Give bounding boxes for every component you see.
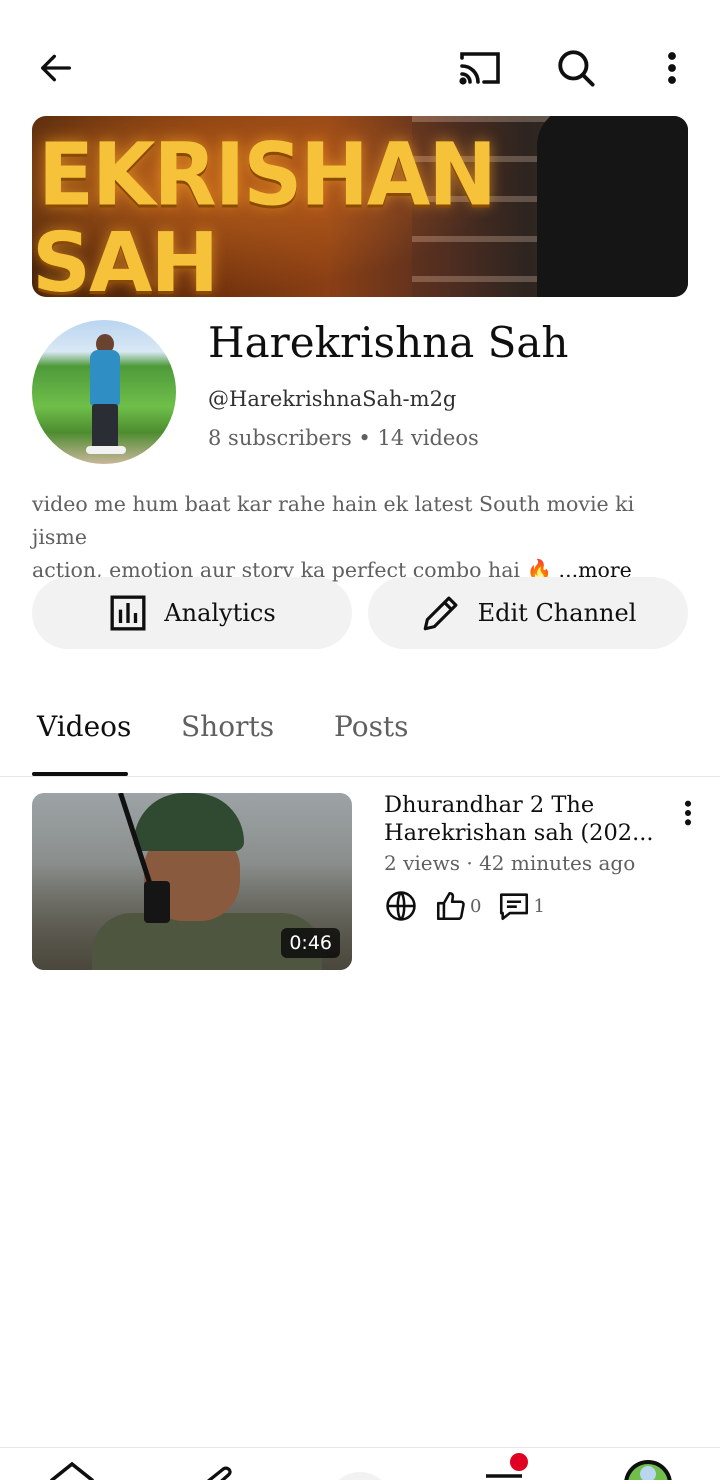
tab-shorts[interactable]: Shorts xyxy=(181,710,274,743)
video-meta: 2 views · 42 minutes ago xyxy=(384,851,636,875)
more-options-button[interactable] xyxy=(644,40,700,96)
video-title[interactable]: Dhurandhar 2 The Harekrishan sah (202... xyxy=(384,791,664,847)
arrow-left-icon xyxy=(41,54,72,82)
thumbnail-beret xyxy=(134,793,244,851)
video-stats: 0 1 xyxy=(384,889,555,923)
banner-person xyxy=(537,116,688,297)
globe-icon xyxy=(386,891,416,921)
comment-icon xyxy=(500,893,529,921)
thumbs-up-icon xyxy=(436,891,465,921)
avatar-shirt xyxy=(90,350,120,406)
pencil-icon xyxy=(423,596,458,631)
back-button[interactable] xyxy=(28,40,84,96)
channel-banner[interactable]: EKRISHAN SAH xyxy=(32,116,688,297)
video-list-item[interactable]: 0:46 Dhurandhar 2 The Harekrishan sah (2… xyxy=(0,791,720,971)
visibility-indicator xyxy=(384,889,418,923)
create-icon xyxy=(338,1472,382,1480)
subscriptions-icon xyxy=(486,1453,528,1478)
channel-stats: 8 subscribers • 14 videos xyxy=(208,426,479,450)
search-icon xyxy=(558,50,595,87)
banner-title-line1: EKRISHAN xyxy=(38,125,497,226)
video-thumbnail[interactable]: 0:46 xyxy=(32,793,352,970)
nav-you[interactable] xyxy=(624,1460,672,1480)
channel-avatar[interactable] xyxy=(32,320,176,464)
nav-home[interactable] xyxy=(48,1460,96,1480)
tab-posts[interactable]: Posts xyxy=(334,710,409,743)
analytics-button[interactable]: Analytics xyxy=(32,577,352,649)
analytics-label: Analytics xyxy=(164,599,276,627)
more-vertical-icon xyxy=(668,52,676,84)
likes-count: 0 xyxy=(470,895,482,917)
nav-shorts[interactable] xyxy=(194,1460,238,1480)
search-button[interactable] xyxy=(548,40,604,96)
edit-channel-label: Edit Channel xyxy=(477,599,637,627)
thumbnail-radio xyxy=(144,881,170,923)
you-avatar xyxy=(624,1460,672,1480)
cast-icon xyxy=(459,52,500,85)
banner-title-line2: SAH xyxy=(32,216,219,297)
avatar-legs xyxy=(92,404,118,450)
nav-create[interactable] xyxy=(326,1460,394,1480)
cast-button[interactable] xyxy=(452,40,508,96)
analytics-icon xyxy=(110,595,146,631)
description-line-1: video me hum baat kar rahe hain ek lates… xyxy=(32,492,635,549)
channel-description[interactable]: video me hum baat kar rahe hain ek lates… xyxy=(32,488,692,587)
channel-handle: @HarekrishnaSah-m2g xyxy=(208,387,457,411)
video-duration-badge: 0:46 xyxy=(281,928,340,958)
tab-videos[interactable]: Videos xyxy=(37,710,131,743)
video-options-button[interactable] xyxy=(672,793,704,833)
video-title-line-2: Harekrishan sah (202... xyxy=(384,820,654,846)
home-icon xyxy=(50,1461,94,1480)
more-vertical-icon xyxy=(684,800,692,826)
channel-tabs: Videos Shorts Posts xyxy=(0,700,720,777)
likes-stat: 0 xyxy=(434,889,481,923)
shorts-icon xyxy=(206,1466,232,1480)
nav-subscriptions[interactable] xyxy=(480,1450,532,1480)
bottom-navigation xyxy=(0,1447,720,1480)
comments-stat: 1 xyxy=(497,889,545,923)
comments-count: 1 xyxy=(533,895,545,917)
active-tab-indicator xyxy=(32,772,128,776)
edit-channel-button[interactable]: Edit Channel xyxy=(368,577,688,649)
channel-name: Harekrishna Sah xyxy=(208,318,569,367)
top-app-bar xyxy=(0,0,720,116)
avatar-shoes xyxy=(86,446,126,454)
video-title-line-1: Dhurandhar 2 The xyxy=(384,792,595,818)
